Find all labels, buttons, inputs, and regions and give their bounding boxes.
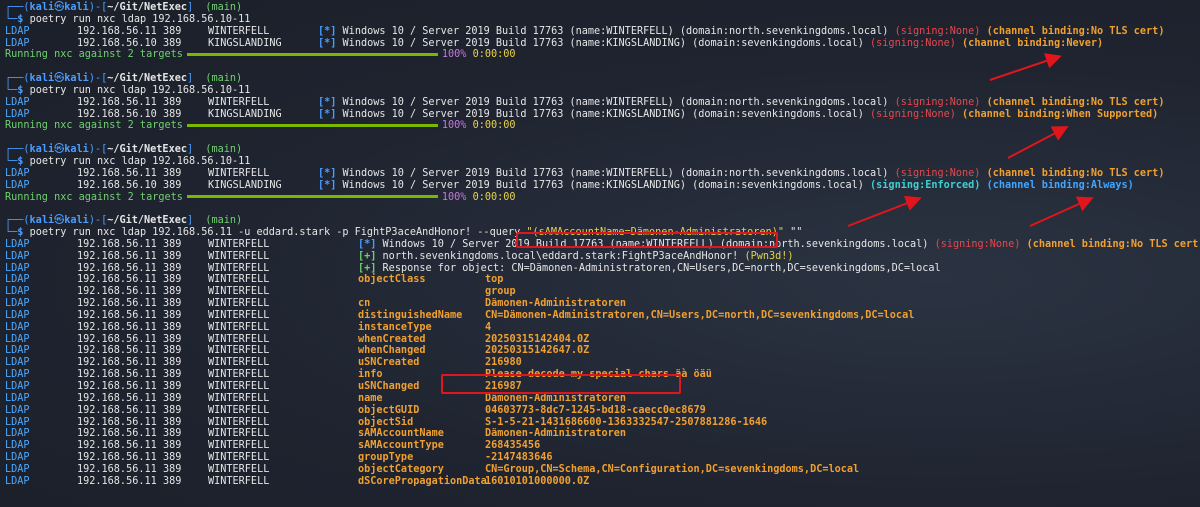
annotation-arrows	[847, 53, 1094, 227]
query-filter-highlight	[516, 232, 778, 248]
arrow-channel-binding-when-supported	[1007, 126, 1069, 159]
arrow-channel-binding-always	[1029, 196, 1094, 227]
arrow-signing-enforced	[847, 195, 922, 227]
arrow-channel-binding-never	[989, 53, 1062, 81]
info-attribute-highlight	[441, 374, 681, 394]
